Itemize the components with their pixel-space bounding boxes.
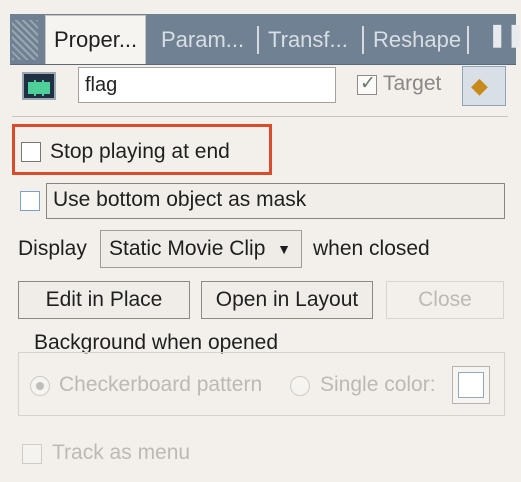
- color-swatch[interactable]: [452, 366, 490, 404]
- tab-properties[interactable]: Proper...: [45, 15, 147, 64]
- single-color-radio[interactable]: [290, 376, 310, 396]
- tab-transform[interactable]: Transf...: [268, 18, 348, 62]
- tab-parameters[interactable]: Param...: [161, 18, 244, 62]
- single-color-label: Single color:: [320, 373, 436, 396]
- open-in-layout-button[interactable]: Open in Layout: [201, 281, 373, 319]
- checkerboard-label: Checkerboard pattern: [59, 373, 263, 396]
- track-as-menu-label: Track as menu: [52, 441, 191, 464]
- panel-menu-icon[interactable]: ❚❚: [488, 22, 521, 48]
- display-select-value: Static Movie Clip: [109, 237, 266, 260]
- tab-separator: [467, 26, 469, 54]
- grip-icon[interactable]: [12, 20, 38, 60]
- close-button[interactable]: Close: [386, 281, 504, 319]
- tab-separator: [362, 26, 364, 54]
- edit-in-place-button[interactable]: Edit in Place: [18, 281, 190, 319]
- use-mask-label: Use bottom object as mask: [53, 188, 307, 211]
- symbol-name-input[interactable]: flag: [78, 67, 336, 103]
- when-closed-label: when closed: [313, 237, 430, 260]
- divider: [12, 116, 508, 117]
- target-label: Target: [383, 72, 442, 95]
- target-checkbox[interactable]: ✓: [357, 73, 377, 95]
- stop-playing-label: Stop playing at end: [50, 140, 230, 163]
- stop-playing-checkbox[interactable]: [21, 142, 41, 162]
- use-mask-checkbox[interactable]: [20, 191, 40, 211]
- display-select[interactable]: Static Movie Clip ▼: [100, 230, 302, 268]
- track-as-menu-checkbox[interactable]: [22, 444, 42, 464]
- layers-button[interactable]: ◆: [462, 66, 506, 106]
- movie-clip-icon: [22, 72, 56, 100]
- display-label: Display: [18, 237, 87, 260]
- tab-separator: [257, 26, 259, 54]
- checkmark-icon: ✓: [360, 73, 376, 94]
- dropdown-caret-icon: ▼: [277, 241, 291, 257]
- checkerboard-radio[interactable]: [30, 376, 50, 396]
- layers-icon: ◆: [471, 73, 488, 98]
- tab-reshape[interactable]: Reshape: [373, 18, 461, 62]
- properties-panel: Proper... Param... Transf... Reshape ❚❚ …: [0, 0, 521, 482]
